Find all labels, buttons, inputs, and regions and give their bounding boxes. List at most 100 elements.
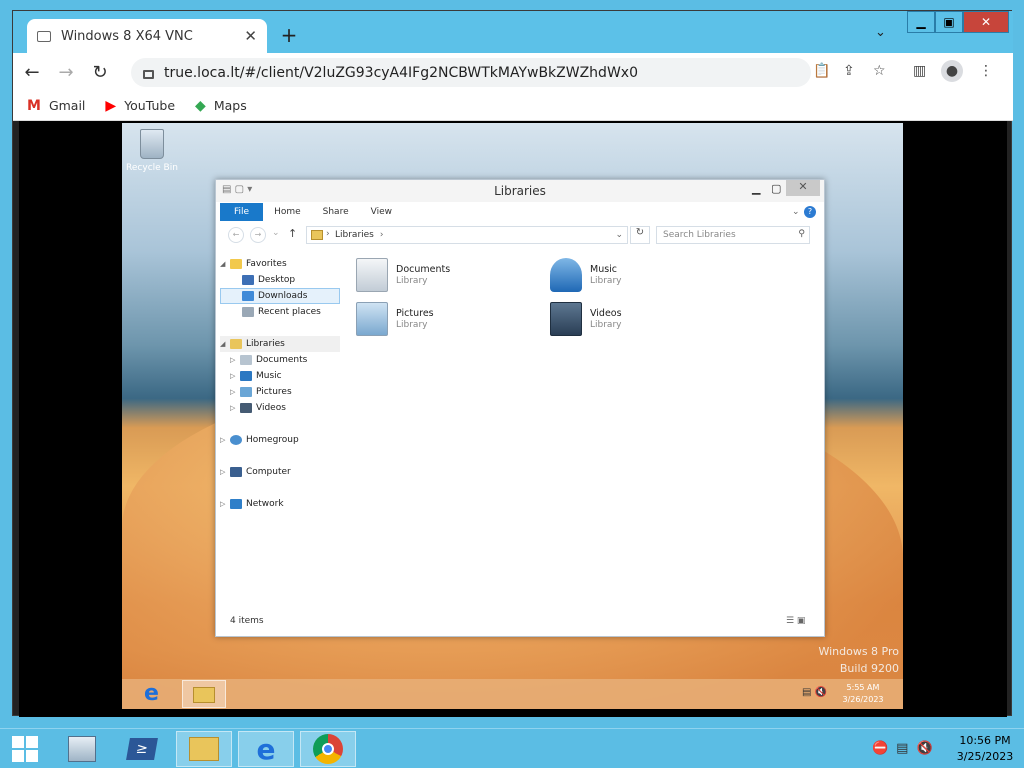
host-tray-icons[interactable]: ⛔▤🔇	[872, 741, 941, 756]
recent-places-icon	[242, 307, 254, 317]
content-pane: Documents Library Music Library Pictures…	[352, 252, 812, 352]
remote-explorer-taskbar-button[interactable]	[182, 680, 226, 708]
explorer-maximize-button[interactable]: ▢	[771, 182, 781, 195]
library-item-music[interactable]: Music Library	[546, 256, 726, 296]
side-panel-icon[interactable]: ▥	[913, 63, 926, 79]
ribbon-tab-share[interactable]: Share	[312, 207, 360, 217]
powershell-icon: ≥	[126, 738, 158, 760]
expand-triangle-icon[interactable]: ▷	[230, 404, 240, 412]
browser-tab[interactable]: Windows 8 X64 VNC ✕	[27, 19, 267, 53]
nav-homegroup[interactable]: ▷ Homegroup	[220, 432, 340, 448]
nav-label: Pictures	[256, 387, 292, 397]
navigation-pane: ◢ Favorites Desktop Downloads Recent pla…	[220, 256, 344, 596]
explorer-titlebar[interactable]: ▤ ▢ ▾ Libraries ▁ ▢ ✕	[216, 180, 824, 202]
nav-downloads[interactable]: Downloads	[220, 288, 340, 304]
host-clock[interactable]: 10:56 PM 3/25/2023	[950, 733, 1020, 765]
start-button[interactable]	[0, 731, 50, 767]
tab-search-chevron-icon[interactable]: ⌄	[875, 25, 886, 40]
music-library-icon	[550, 258, 582, 292]
nav-desktop[interactable]: Desktop	[220, 272, 340, 288]
new-tab-button[interactable]: +	[277, 23, 301, 47]
nav-favorites[interactable]: ◢ Favorites	[220, 256, 340, 272]
vnc-viewport[interactable]: Recycle Bin Windows 8 Pro Build 9200 ▤ ▢…	[19, 121, 1007, 717]
powershell-button[interactable]: ≥	[114, 731, 170, 767]
bookmark-youtube[interactable]: ▶ YouTube	[105, 98, 175, 114]
nav-music[interactable]: ▷ Music	[220, 368, 340, 384]
remote-tray-icons[interactable]: ▤ 🔇	[802, 687, 827, 698]
ribbon-tab-file[interactable]: File	[220, 203, 264, 221]
bookmarks-bar: M Gmail ▶ YouTube ◆ Maps	[13, 91, 1013, 121]
bookmark-star-icon[interactable]: ☆	[873, 63, 886, 79]
library-type: Library	[590, 276, 622, 286]
minimize-button[interactable]: ▁	[907, 11, 935, 33]
server-manager-button[interactable]	[54, 731, 110, 767]
expand-triangle-icon[interactable]: ▷	[220, 500, 230, 508]
nav-documents[interactable]: ▷ Documents	[220, 352, 340, 368]
file-explorer-icon	[189, 737, 219, 761]
nav-videos[interactable]: ▷ Videos	[220, 400, 340, 416]
reload-icon[interactable]: ↻	[85, 57, 115, 87]
bookmark-maps[interactable]: ◆ Maps	[195, 98, 247, 114]
maximize-button[interactable]: ▣	[935, 11, 963, 33]
explorer-search-input[interactable]: Search Libraries ⚲	[656, 226, 810, 244]
help-icon[interactable]: ?	[804, 206, 816, 218]
browser-toolbar: ← → ↻ true.loca.lt/#/client/V2luZG93cyA4…	[13, 53, 1013, 91]
breadcrumb[interactable]: Libraries	[335, 230, 374, 240]
breadcrumb-chevron-icon[interactable]: ›	[380, 230, 384, 240]
library-item-videos[interactable]: Videos Library	[546, 300, 726, 340]
tab-close-icon[interactable]: ✕	[244, 27, 257, 45]
tab-strip: Windows 8 X64 VNC ✕ + ⌄ ▁ ▣ ✕	[13, 11, 1013, 53]
chrome-taskbar-button[interactable]	[300, 731, 356, 767]
ribbon-tab-home[interactable]: Home	[263, 207, 312, 217]
address-dropdown-icon[interactable]: ⌄	[615, 230, 623, 240]
nav-recent-places[interactable]: Recent places	[220, 304, 340, 320]
explorer-close-button[interactable]: ✕	[786, 180, 820, 196]
library-item-pictures[interactable]: Pictures Library	[352, 300, 532, 340]
close-button[interactable]: ✕	[963, 11, 1009, 33]
share-icon[interactable]: ⇪	[843, 63, 855, 79]
address-bar[interactable]: true.loca.lt/#/client/V2luZG93cyA4IFg2NC…	[131, 58, 811, 87]
profile-avatar-icon[interactable]: ●	[941, 60, 963, 82]
library-item-documents[interactable]: Documents Library	[352, 256, 532, 296]
explorer-back-icon[interactable]: ←	[228, 227, 244, 243]
up-arrow-icon[interactable]: ↑	[288, 227, 297, 240]
clipboard-blocked-icon[interactable]: 📋	[813, 63, 830, 79]
nav-computer[interactable]: ▷ Computer	[220, 464, 340, 480]
expand-triangle-icon[interactable]: ▷	[230, 372, 240, 380]
expand-triangle-icon[interactable]: ▷	[220, 468, 230, 476]
nav-libraries[interactable]: ◢ Libraries	[220, 336, 340, 352]
back-arrow-icon[interactable]: ←	[17, 57, 47, 87]
libraries-folder-icon	[311, 230, 323, 240]
ie-taskbar-button[interactable]: e	[238, 731, 294, 767]
host-desktop: Windows 8 X64 VNC ✕ + ⌄ ▁ ▣ ✕ ← → ↻ true…	[0, 0, 1024, 768]
explorer-address-bar[interactable]: › Libraries › ⌄	[306, 226, 628, 244]
desktop-icon	[242, 275, 254, 285]
ribbon-expand-chevron-icon[interactable]: ⌄	[792, 207, 800, 217]
file-explorer-taskbar-button[interactable]	[176, 731, 232, 767]
collapse-triangle-icon[interactable]: ◢	[220, 340, 230, 348]
remote-ie-icon[interactable]: e	[144, 683, 168, 705]
tab-title: Windows 8 X64 VNC	[61, 28, 193, 44]
expand-triangle-icon[interactable]: ▷	[230, 356, 240, 364]
nav-network[interactable]: ▷ Network	[220, 496, 340, 512]
expand-triangle-icon[interactable]: ▷	[230, 388, 240, 396]
explorer-minimize-button[interactable]: ▁	[752, 182, 760, 195]
bookmark-gmail[interactable]: M Gmail	[27, 98, 85, 114]
forward-arrow-icon[interactable]: →	[51, 57, 81, 87]
remote-clock[interactable]: 5:55 AM 3/26/2023	[838, 682, 888, 706]
search-icon: ⚲	[798, 229, 805, 239]
explorer-refresh-button[interactable]: ↻	[630, 226, 650, 244]
library-name: Pictures	[396, 308, 434, 319]
watermark-edition: Windows 8 Pro	[818, 645, 899, 658]
remote-desktop[interactable]: Recycle Bin Windows 8 Pro Build 9200 ▤ ▢…	[122, 123, 903, 709]
nav-pictures[interactable]: ▷ Pictures	[220, 384, 340, 400]
view-toggle-icon[interactable]: ☰ ▣	[786, 616, 805, 626]
collapse-triangle-icon[interactable]: ◢	[220, 260, 230, 268]
expand-triangle-icon[interactable]: ▷	[220, 436, 230, 444]
recent-dropdown-icon[interactable]: ⌄	[272, 228, 280, 238]
menu-kebab-icon[interactable]: ⋮	[979, 63, 993, 79]
nav-label: Videos	[256, 403, 286, 413]
explorer-forward-icon[interactable]: →	[250, 227, 266, 243]
ribbon-tab-view[interactable]: View	[360, 207, 403, 217]
recycle-bin-shortcut[interactable]: Recycle Bin	[126, 129, 178, 173]
